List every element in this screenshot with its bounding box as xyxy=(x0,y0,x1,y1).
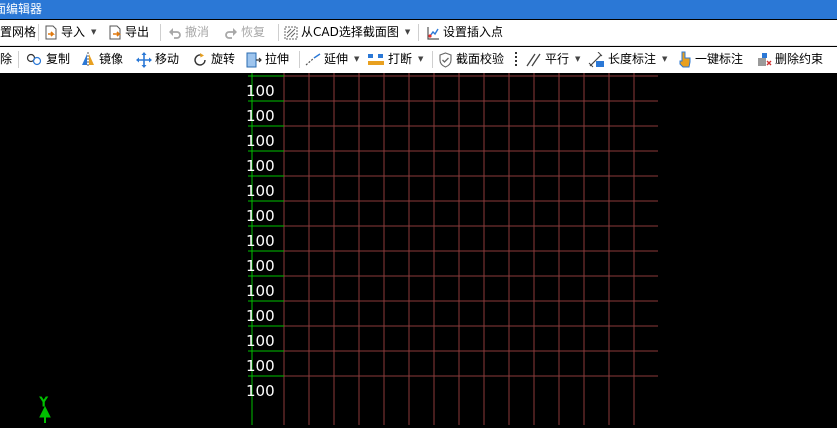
dimension-label: 100 xyxy=(246,382,275,400)
parallel-button[interactable]: 平行 ▼ xyxy=(526,47,580,72)
extend-dropdown-icon[interactable]: ▼ xyxy=(354,47,359,72)
set-insert-point-button[interactable]: 设置插入点 xyxy=(426,20,503,45)
delete-label: 除 xyxy=(0,52,13,66)
copy-icon xyxy=(26,53,42,66)
section-check-label: 截面校验 xyxy=(456,52,505,66)
export-button[interactable]: 导出 xyxy=(108,20,149,45)
stretch-icon xyxy=(246,52,262,67)
break-dropdown-icon[interactable]: ▼ xyxy=(418,47,423,72)
mirror-button[interactable]: 镜像 xyxy=(80,47,123,72)
dimension-label: 100 xyxy=(246,132,275,150)
one-key-dimension-button[interactable]: 一键标注 xyxy=(677,47,743,72)
extend-label: 延伸 xyxy=(324,52,349,66)
undo-icon xyxy=(169,27,181,39)
dimension-label: 100 xyxy=(246,82,275,100)
stretch-button[interactable]: 拉伸 xyxy=(246,47,289,72)
set-grid-button[interactable]: 置网格 xyxy=(0,20,36,45)
delete-constraint-label: 删除约束 xyxy=(775,52,824,66)
section-check-button[interactable]: 截面校验 xyxy=(438,47,504,72)
length-dimension-dropdown-icon[interactable]: ▼ xyxy=(662,47,667,72)
break-button[interactable]: 打断 ▼ xyxy=(367,47,423,72)
parallel-label: 平行 xyxy=(545,52,570,66)
length-dimension-label: 长度标注 xyxy=(608,52,657,66)
window-title: 面编辑器 xyxy=(0,2,43,16)
mirror-label: 镜像 xyxy=(99,52,124,66)
shield-check-icon xyxy=(439,51,452,68)
toolbar-separator xyxy=(299,51,300,68)
dimension-label: 100 xyxy=(246,307,275,325)
export-label: 导出 xyxy=(125,25,150,39)
insert-point-icon xyxy=(427,26,439,40)
main-toolbar: 置网格 导入 ▼ 导出 撤消 恢复 从CAD选择截面图 ▼ 设置插入点 xyxy=(0,20,837,46)
import-button[interactable]: 导入 ▼ xyxy=(44,20,96,45)
length-dimension-icon xyxy=(588,51,604,67)
redo-button[interactable]: 恢复 xyxy=(224,20,265,45)
toolbar-separator xyxy=(432,51,433,68)
title-bar: 面编辑器 xyxy=(0,0,837,19)
y-axis-label: Y xyxy=(39,395,48,409)
select-from-cad-dropdown-icon[interactable]: ▼ xyxy=(405,20,410,45)
toolbar-separator xyxy=(418,24,419,41)
move-button[interactable]: 移动 xyxy=(136,47,179,72)
pointer-hand-icon xyxy=(679,51,691,68)
rotate-icon xyxy=(194,52,206,66)
section-grid[interactable]: 100100100100100100100100100100100100100 … xyxy=(0,73,837,425)
dimension-label: 100 xyxy=(246,107,275,125)
delete-constraint-button[interactable]: 删除约束 xyxy=(757,47,823,72)
delete-button[interactable]: 除 xyxy=(0,47,12,72)
dimension-label: 100 xyxy=(246,257,275,275)
toolbar-separator xyxy=(38,24,39,41)
one-key-dimension-label: 一键标注 xyxy=(695,52,744,66)
undo-button[interactable]: 撤消 xyxy=(168,20,209,45)
export-icon xyxy=(109,25,121,40)
extend-button[interactable]: 延伸 ▼ xyxy=(305,47,359,72)
rotate-button[interactable]: 旋转 xyxy=(192,47,235,72)
dimension-label: 100 xyxy=(246,232,275,250)
import-label: 导入 xyxy=(61,25,86,39)
drawing-canvas[interactable]: 100 100 100 100 100 100 100 100 100 100 100 100 100 … xyxy=(0,73,837,425)
mirror-icon xyxy=(82,52,94,67)
redo-icon xyxy=(225,27,237,39)
import-icon xyxy=(45,25,57,40)
move-label: 移动 xyxy=(155,52,180,66)
delete-constraint-icon xyxy=(758,53,772,66)
toolbar-separator xyxy=(18,51,19,68)
dimension-label: 100 xyxy=(246,282,275,300)
stretch-label: 拉伸 xyxy=(265,52,290,66)
parallel-icon xyxy=(526,53,541,66)
dimension-label: 100 xyxy=(246,207,275,225)
extend-icon xyxy=(305,52,321,65)
set-insert-point-label: 设置插入点 xyxy=(443,25,504,39)
parallel-dropdown-icon[interactable]: ▼ xyxy=(575,47,580,72)
set-grid-label: 置网格 xyxy=(0,25,37,39)
dimension-label: 100 xyxy=(246,332,275,350)
y-axis-indicator: Y xyxy=(39,395,51,423)
select-from-cad-label: 从CAD选择截面图 xyxy=(301,25,399,39)
dimension-label: 100 xyxy=(246,182,275,200)
dimension-label: 100 xyxy=(246,157,275,175)
dimension-label: 100 xyxy=(246,357,275,375)
toolbar-separator xyxy=(278,24,279,41)
toolbar-grip[interactable] xyxy=(515,52,517,68)
toolbar-separator xyxy=(160,24,161,41)
import-dropdown-icon[interactable]: ▼ xyxy=(91,20,96,45)
length-dimension-button[interactable]: 长度标注 ▼ xyxy=(588,47,667,72)
copy-label: 复制 xyxy=(46,52,71,66)
cad-section-icon xyxy=(284,26,298,39)
move-icon xyxy=(136,51,152,68)
edit-toolbar: 除 复制 镜像 移动 旋转 拉伸 延伸 ▼ 打断 ▼ 截面校验 平行 ▼ 长度标… xyxy=(0,47,837,74)
select-from-cad-button[interactable]: 从CAD选择截面图 ▼ xyxy=(284,20,410,45)
undo-label: 撤消 xyxy=(185,25,210,39)
break-icon xyxy=(368,54,384,65)
copy-button[interactable]: 复制 xyxy=(26,47,70,72)
redo-label: 恢复 xyxy=(241,25,266,39)
break-label: 打断 xyxy=(388,52,413,66)
rotate-label: 旋转 xyxy=(211,52,236,66)
